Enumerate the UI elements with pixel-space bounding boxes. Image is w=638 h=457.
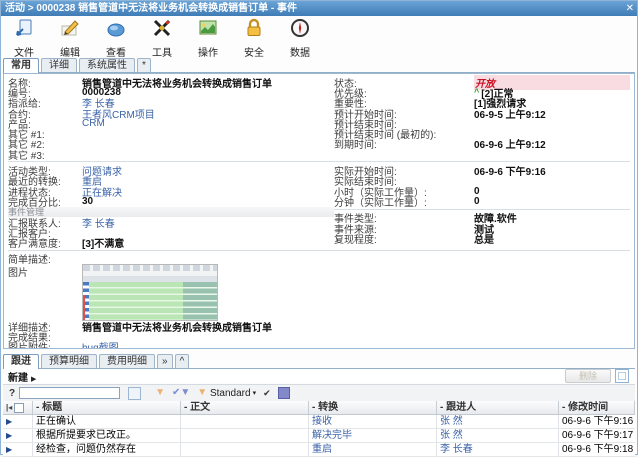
tab-common[interactable]: 常用 — [3, 58, 39, 73]
event-window: 活动 > 0000238 销售管道中无法将业务机会转换成销售订单 - 事件 ✕ … — [0, 0, 638, 455]
attachment-link[interactable]: bug截图 — [82, 339, 119, 349]
cell-follower-link[interactable]: 张 然 — [437, 415, 559, 428]
filter-funnel-icon[interactable]: ▼ — [155, 388, 165, 398]
operations-icon — [198, 18, 218, 43]
field-value-due-time: 06-9-6 上午9:12 — [474, 136, 546, 151]
select-all-checkbox[interactable] — [14, 403, 24, 413]
view-funnel-icon: ▼ — [197, 388, 207, 398]
row-expand-icon[interactable]: ▶ — [6, 443, 12, 456]
field-label-other3: 其它 #3: — [8, 147, 82, 162]
tab-followup[interactable]: 跟进 — [3, 354, 39, 369]
field-label-picture: 图片 — [8, 264, 82, 321]
field-label-reproducibility: 复现程度: — [334, 231, 474, 246]
cell-body — [181, 415, 309, 428]
apply-filter-check-icon[interactable]: ✔ — [263, 388, 271, 399]
grid-settings-button[interactable] — [278, 387, 290, 399]
thumbnail-value-column — [183, 282, 217, 320]
field-value-percent-complete: 30 — [82, 196, 93, 207]
table-row[interactable]: ▶ 正在确认 接收 张 然 06-9-6 下午9:16 — [3, 415, 635, 429]
column-header-modified[interactable]: - 修改时间 — [559, 401, 635, 414]
field-label-due-time: 到期时间: — [334, 136, 474, 151]
operations-menu-button[interactable]: 操作 — [193, 18, 223, 56]
record-form-panel: 名称:销售管道中无法将业务机会转换成销售订单 编号:0000238 指派给:李 … — [3, 73, 635, 349]
cell-follower-link[interactable]: 张 然 — [437, 429, 559, 442]
bug-screenshot-thumbnail[interactable] — [82, 264, 218, 321]
column-header-transition[interactable]: - 转换 — [309, 401, 437, 414]
data-menu-button[interactable]: 数据 — [285, 18, 315, 56]
tab-budget-detail[interactable]: 预算明细 — [41, 354, 97, 368]
table-row[interactable]: ▶ 根据所提要求已改正。 解决完毕 张 然 06-9-6 下午9:17 — [3, 429, 635, 443]
security-icon — [244, 18, 264, 43]
delete-button[interactable]: 删除 — [565, 369, 611, 383]
field-value-customer-satisfaction: [3]不满意 — [82, 235, 124, 250]
column-header-follower[interactable]: - 跟进人 — [437, 401, 559, 414]
table-header-row: |◂ - 标题 - 正文 - 转换 - 跟进人 - 修改时间 — [3, 401, 635, 415]
row-expand-icon[interactable]: ▶ — [6, 415, 12, 428]
help-icon[interactable]: ? — [9, 388, 15, 399]
field-value-actual-start: 06-9-6 下午9:16 — [474, 163, 546, 178]
list-filter-bar: ? ▼ ✔▼ ▼ Standard▾ ✔ — [3, 384, 635, 402]
data-icon — [290, 18, 310, 43]
select-toggle-button[interactable] — [615, 369, 629, 383]
field-value-product[interactable]: CRM — [82, 118, 105, 129]
field-value-planned-start: 06-9-5 上午9:12 — [474, 106, 546, 121]
detail-tabstrip: 常用 详细 系统属性 * — [3, 57, 635, 73]
tab-detail[interactable]: 详细 — [41, 58, 77, 72]
new-dropdown-arrow-icon: ▶ — [31, 376, 36, 383]
tab-system-properties[interactable]: 系统属性 — [79, 58, 135, 72]
window-title: 活动 > 0000238 销售管道中无法将业务机会转换成销售订单 - 事件 — [5, 3, 297, 14]
field-value-report-contact[interactable]: 李 长春 — [82, 215, 115, 230]
view-icon — [106, 18, 126, 43]
field-label-attachment: 图片附件: — [8, 339, 82, 349]
field-value-reproducibility: 总是 — [474, 231, 494, 246]
row-expand-icon[interactable]: ▶ — [6, 429, 12, 442]
search-input[interactable] — [19, 387, 120, 399]
column-header-body[interactable]: - 正文 — [181, 401, 309, 414]
search-options-button[interactable] — [128, 387, 141, 400]
new-button[interactable]: 新建▶ — [8, 369, 36, 384]
cell-body — [181, 443, 309, 456]
dropdown-arrow-icon: ▾ — [253, 389, 257, 397]
field-value-minutes-actual: 0 — [474, 196, 480, 207]
cell-body — [181, 429, 309, 442]
cell-title: 正在确认 — [33, 415, 181, 428]
view-menu-button[interactable]: 查看 — [101, 18, 131, 56]
tab-expense-detail[interactable]: 费用明细 — [99, 354, 155, 368]
tools-icon — [152, 18, 172, 43]
applied-filter-funnel-icon[interactable]: ✔▼ — [172, 388, 190, 398]
related-tabstrip: 跟进 预算明细 费用明细 » ^ — [3, 353, 635, 369]
cell-title: 经检查，问题仍然存在 — [33, 443, 181, 456]
cell-modified-time: 06-9-6 下午9:16 — [559, 415, 635, 428]
close-icon[interactable]: ✕ — [626, 1, 634, 16]
tab-more[interactable]: * — [137, 58, 151, 72]
collapse-all-icon[interactable]: |◂ — [6, 401, 12, 414]
file-menu-button[interactable]: 文件 — [9, 18, 39, 56]
cell-follower-link[interactable]: 李 长春 — [437, 443, 559, 456]
main-toolbar: 文件 编辑 查看 工具 操作 安全 数据 — [1, 18, 637, 56]
cell-transition-link[interactable]: 接收 — [309, 415, 437, 428]
cell-transition-link[interactable]: 重启 — [309, 443, 437, 456]
tools-menu-button[interactable]: 工具 — [147, 18, 177, 56]
view-selector-dropdown[interactable]: ▼ Standard▾ — [197, 388, 256, 399]
file-icon — [14, 18, 34, 43]
window-titlebar: 活动 > 0000238 销售管道中无法将业务机会转换成销售订单 - 事件 ✕ — [1, 1, 637, 16]
tab-overflow[interactable]: » — [157, 354, 173, 368]
cell-modified-time: 06-9-6 下午9:18 — [559, 443, 635, 456]
field-label-minutes-actual: 分钟（实际工作量）: — [334, 194, 474, 209]
tab-collapse[interactable]: ^ — [175, 354, 190, 368]
field-label-customer-satisfaction: 客户满意度: — [8, 235, 82, 250]
edit-icon — [60, 18, 80, 43]
cell-transition-link[interactable]: 解决完毕 — [309, 429, 437, 442]
security-menu-button[interactable]: 安全 — [239, 18, 269, 56]
followup-table: |◂ - 标题 - 正文 - 转换 - 跟进人 - 修改时间 ▶ 正在确认 接收… — [3, 401, 635, 453]
cell-title: 根据所提要求已改正。 — [33, 429, 181, 442]
thumbnail-red-marker — [83, 295, 85, 320]
list-action-row: 新建▶ 删除 — [3, 369, 635, 383]
edit-menu-button[interactable]: 编辑 — [55, 18, 85, 56]
cell-modified-time: 06-9-6 下午9:17 — [559, 429, 635, 442]
column-header-title[interactable]: - 标题 — [33, 401, 181, 414]
